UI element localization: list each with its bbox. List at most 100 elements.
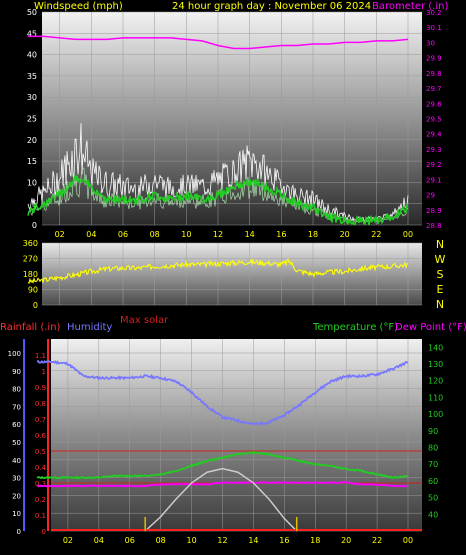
compass-letter-n: N: [436, 238, 444, 251]
rain-tick-label: 0.5: [35, 448, 46, 456]
max-solar-label: Max solar: [120, 315, 169, 326]
x-tick-label: 16: [276, 230, 286, 239]
x-tick-label: 14: [248, 536, 258, 545]
rain-tick-label: 0.2: [35, 496, 46, 504]
barometer-tick-label: 28.8: [426, 222, 442, 230]
temperature-tick-label: 100: [428, 410, 443, 419]
temperature-tick-label: 120: [428, 377, 443, 386]
compass-letter-n: N: [436, 298, 444, 311]
x-tick-label: 10: [186, 536, 196, 545]
rain-tick-label: 0.1: [35, 512, 46, 520]
rain-tick-label: 1: [42, 368, 46, 376]
wind-tick-label: 30: [27, 93, 37, 102]
barometer-tick-label: 29.9: [426, 55, 442, 63]
barometer-tick-label: 28.9: [426, 207, 442, 215]
direction-tick-label: 270: [23, 255, 38, 264]
direction-tick-label: 0: [33, 301, 38, 310]
humidity-axis-label: Humidity: [67, 322, 112, 333]
humidity-tick-label: 30: [12, 475, 21, 483]
humidity-tick-label: 70: [12, 403, 21, 411]
barometer-tick-label: 29.8: [426, 70, 442, 78]
x-tick-label: 04: [86, 230, 96, 239]
x-tick-label: 00: [403, 536, 413, 545]
barometer-tick-label: 29.6: [426, 100, 442, 108]
x-tick-label: 14: [245, 230, 255, 239]
x-tick-label: 04: [94, 536, 104, 545]
rain-tick-label: 0.7: [35, 416, 46, 424]
x-tick-label: 20: [340, 230, 350, 239]
rain-tick-label: 0.4: [35, 464, 47, 472]
x-tick-label: 00: [403, 230, 413, 239]
barometer-tick-label: 29.3: [426, 146, 442, 154]
x-tick-label: 06: [125, 536, 135, 545]
wind-tick-label: 25: [27, 115, 37, 124]
rain-tick-label: 0: [42, 528, 46, 536]
barometer-tick-label: 29.2: [426, 161, 442, 169]
temperature-tick-label: 60: [428, 477, 438, 486]
temp-humidity-panel: 0 10 20 30 40 50 60 70 80 90 10 00 0.1 0.2 0.3 0.4 0.5 0.…: [8, 339, 443, 545]
temp-plot-background: [51, 339, 422, 531]
temperature-tick-label: 50: [428, 494, 438, 503]
temperature-tick-label: 70: [428, 460, 438, 469]
humidity-tick-label: 20: [12, 492, 21, 500]
barometer-tick-label: 29.7: [426, 85, 442, 93]
x-tick-label: 22: [371, 230, 381, 239]
temperature-tick-label: 90: [428, 427, 438, 436]
humidity-tick-label: 50: [12, 439, 21, 447]
x-tick-label: 06: [118, 230, 128, 239]
barometer-tick-label: 30.2: [426, 9, 442, 17]
temperature-tick-label: 80: [428, 444, 438, 453]
wind-tick-label: 15: [27, 157, 37, 166]
x-tick-label: 10: [181, 230, 191, 239]
humidity-tick-label: 100: [8, 350, 21, 358]
wind-tick-label: 0: [32, 221, 37, 230]
rainfall-axis-label: Rainfall (.in): [0, 322, 61, 333]
rain-tick-label: 0.3: [35, 480, 46, 488]
x-tick-label: 16: [279, 536, 289, 545]
rain-tick-label: 0.8: [35, 400, 46, 408]
humidity-tick-label: 60: [12, 421, 21, 429]
weather-graph: Windspeed (mph) 24 hour graph day : Nove…: [0, 1, 466, 545]
direction-tick-label: 360: [23, 239, 38, 248]
barometer-tick-label: 29.4: [426, 131, 442, 139]
wind-tick-label: 20: [27, 136, 37, 145]
wind-tick-label: 40: [27, 51, 37, 60]
temperature-tick-label: 40: [428, 510, 438, 519]
rain-tick-label: 1.1: [35, 352, 46, 360]
compass-letter-w: W: [435, 253, 446, 266]
compass-letter-e: E: [437, 283, 444, 296]
barometer-tick-label: 30: [426, 39, 435, 47]
x-tick-label: 02: [55, 230, 65, 239]
humidity-tick-label: 40: [12, 457, 21, 465]
x-tick-label: 18: [310, 536, 320, 545]
x-tick-label: 22: [372, 536, 382, 545]
rain-tick-label: 0.9: [35, 384, 46, 392]
barometer-tick-label: 29: [426, 192, 435, 200]
graph-date-title: 24 hour graph day : November 06 2024: [172, 1, 371, 12]
x-tick-label: 08: [156, 536, 166, 545]
x-tick-label: 08: [150, 230, 160, 239]
x-tick-label: 20: [341, 536, 351, 545]
humidity-tick-label: 90: [12, 368, 21, 376]
x-tick-label: 02: [63, 536, 73, 545]
x-tick-label: 18: [308, 230, 318, 239]
x-tick-label: 12: [217, 536, 227, 545]
barometer-tick-label: 29.1: [426, 176, 442, 184]
barometer-tick-label: 29.5: [426, 116, 442, 124]
humidity-tick-label: 80: [12, 386, 21, 394]
rain-tick-label: 0.6: [35, 432, 47, 440]
temperature-axis-label: Temperature (°F): [312, 322, 398, 333]
wind-barometer-panel: 05101520253035404550 28.828.92929.129.22…: [27, 8, 442, 239]
temperature-tick-label: 110: [428, 393, 443, 402]
compass-letter-s: S: [437, 268, 444, 281]
temperature-tick-label: 140: [428, 343, 443, 352]
wind-tick-label: 35: [27, 72, 37, 81]
direction-tick-label: 90: [28, 286, 38, 295]
dewpoint-axis-label: Dew Point (°F): [395, 322, 466, 333]
windspeed-axis-label: Windspeed (mph): [34, 1, 123, 12]
barometer-tick-label: 30.1: [426, 24, 442, 32]
humidity-tick-label: 10: [12, 510, 21, 518]
wind-tick-label: 50: [27, 8, 37, 17]
direction-tick-label: 180: [23, 270, 38, 279]
wind-tick-label: 10: [27, 178, 37, 187]
